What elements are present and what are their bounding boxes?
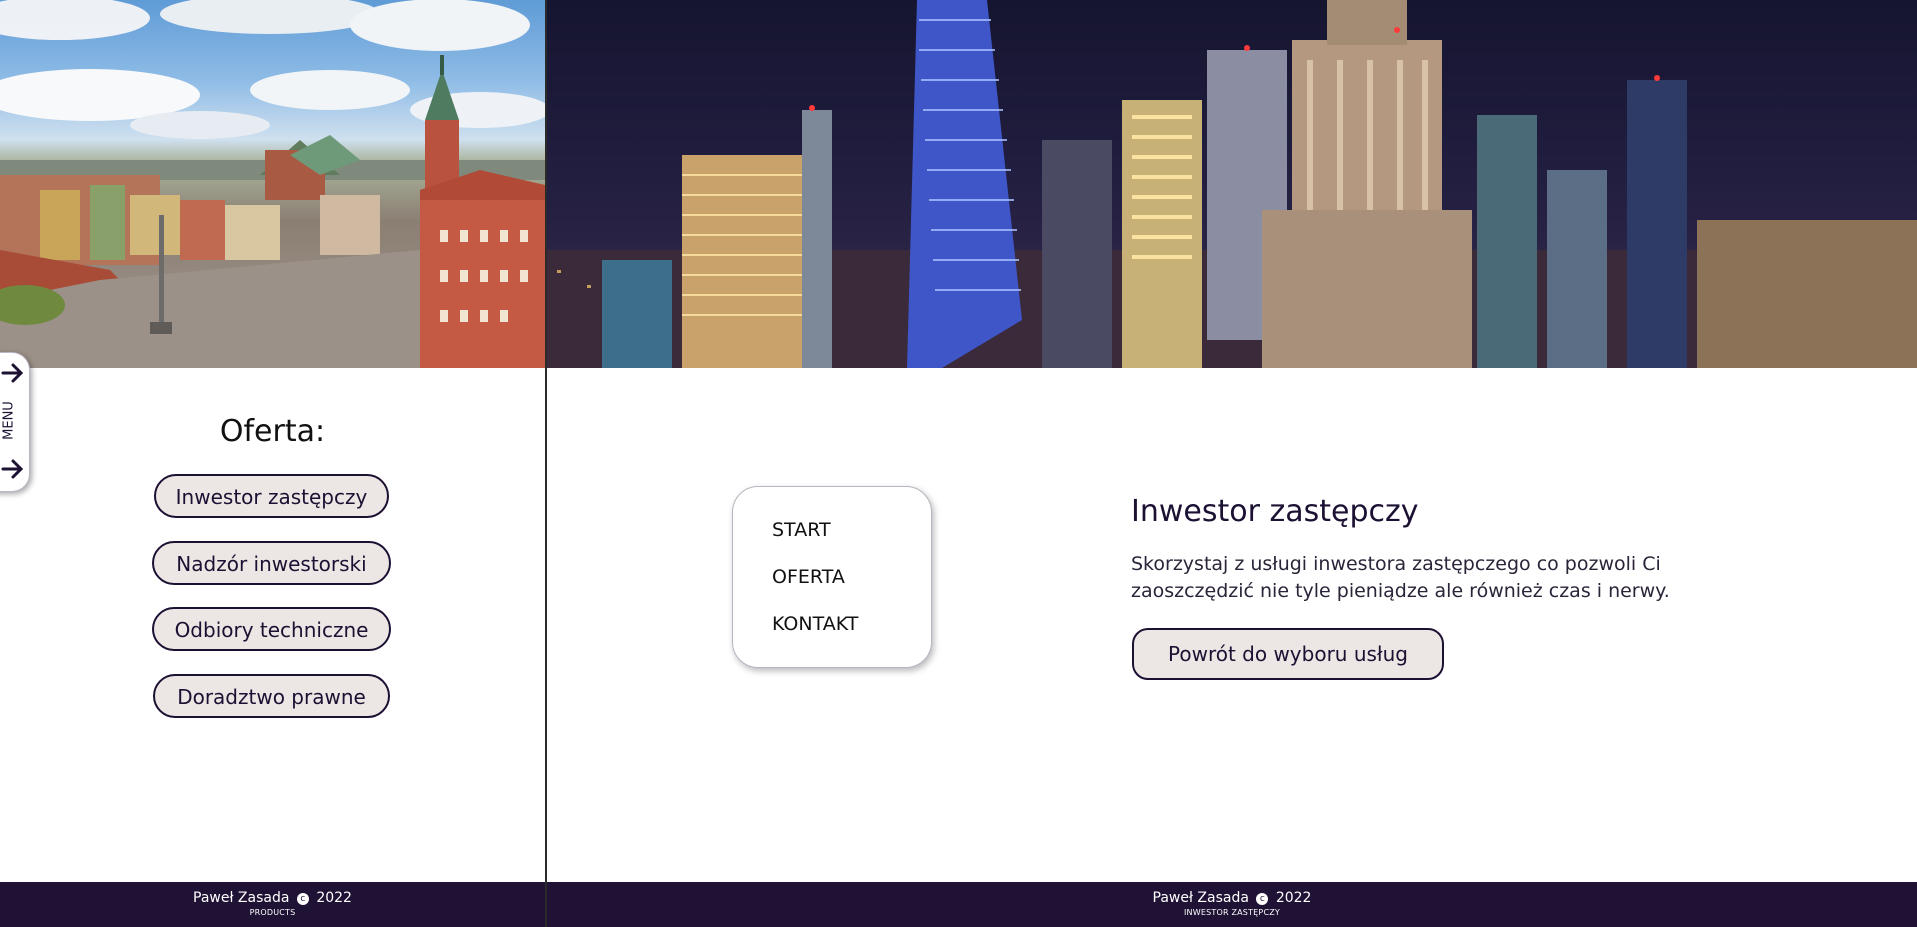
- footer-year: 2022: [316, 890, 352, 906]
- footer-copyright-line: Paweł Zasada c 2022: [0, 890, 545, 906]
- footer-year: 2022: [1275, 890, 1312, 906]
- nav-link-oferta[interactable]: OFERTA: [772, 566, 845, 588]
- footer-section-label: INWESTOR ZASTĘPCZY: [1183, 908, 1281, 917]
- warsaw-old-town-photo: [0, 0, 545, 368]
- offer-heading: Oferta:: [219, 414, 326, 449]
- right-footer: Paweł Zasada c 2022 INWESTOR ZASTĘPCZY: [547, 882, 1917, 927]
- offer-panel: MENU Oferta: Inwestor zastępczy Nadzór i…: [0, 0, 545, 927]
- offer-button-odbiory-techniczne[interactable]: Odbiory techniczne: [152, 607, 391, 651]
- service-description: Skorzystaj z usługi inwestora zastępczeg…: [1131, 553, 1670, 602]
- arrow-right-icon: [1, 363, 24, 383]
- nav-link-start[interactable]: START: [772, 519, 831, 541]
- offer-button-nadzor-inwestorski[interactable]: Nadzór inwestorski: [152, 541, 391, 585]
- service-title: Inwestor zastępczy: [1131, 494, 1419, 529]
- back-to-services-button[interactable]: Powrót do wyboru usług: [1132, 628, 1444, 680]
- navigation-card: START OFERTA KONTAKT: [732, 486, 932, 668]
- footer-author: Paweł Zasada: [193, 890, 290, 906]
- nav-link-kontakt[interactable]: KONTAKT: [772, 613, 858, 635]
- footer-copyright-line: Paweł Zasada c 2022: [547, 890, 1917, 906]
- footer-author: Paweł Zasada: [1152, 890, 1249, 906]
- copyright-icon: c: [296, 893, 309, 905]
- offer-button-inwestor-zastepczy[interactable]: Inwestor zastępczy: [154, 474, 389, 518]
- arrow-right-icon: [1, 459, 24, 479]
- warsaw-skyline-night-photo: [547, 0, 1917, 368]
- offer-button-doradztwo-prawne[interactable]: Doradztwo prawne: [153, 674, 390, 718]
- service-panel: START OFERTA KONTAKT Inwestor zastępczy …: [547, 0, 1917, 927]
- footer-section-label: PRODUCTS: [249, 908, 296, 917]
- copyright-icon: c: [1256, 893, 1269, 905]
- left-footer: Paweł Zasada c 2022 PRODUCTS: [0, 882, 545, 927]
